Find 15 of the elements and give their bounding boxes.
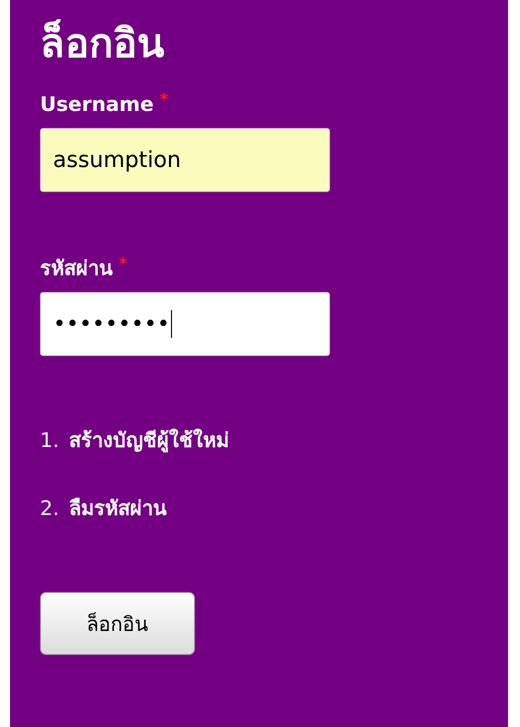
- input-field[interactable]: assumption: [40, 128, 330, 192]
- required-marker: *: [160, 90, 168, 110]
- link[interactable]: ลืมรหัสผ่าน: [69, 490, 168, 526]
- field-label: รหัสผ่าน: [40, 255, 113, 282]
- field-value: •••••••••: [53, 310, 170, 338]
- login-button[interactable]: ล็อกอิน: [40, 592, 195, 655]
- text-cursor: [170, 310, 172, 338]
- input-field[interactable]: •••••••••: [40, 292, 330, 356]
- list-number: 2.: [40, 495, 60, 522]
- required-marker: *: [119, 254, 128, 274]
- link[interactable]: สร้างบัญชีผู้ใช้ใหม่: [69, 422, 230, 458]
- field-label: Username: [40, 91, 154, 118]
- list-number: 1.: [40, 427, 60, 454]
- page-title: ล็อกอิน: [40, 18, 164, 69]
- field-value: assumption: [53, 146, 181, 174]
